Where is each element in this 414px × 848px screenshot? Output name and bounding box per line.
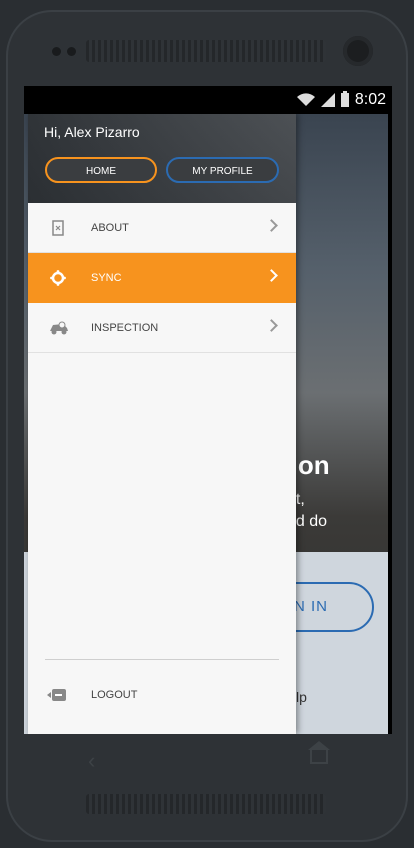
sensor-dots	[52, 47, 76, 56]
phone-frame: 8:02 tion et, ed do N IN lp Hi, Alex Piz…	[0, 0, 414, 848]
status-time: 8:02	[354, 91, 386, 108]
status-icons: 8:02	[296, 91, 386, 109]
menu-item-inspection[interactable]: INSPECTION	[28, 303, 296, 353]
status-bar: 8:02	[24, 86, 392, 114]
top-speaker	[86, 40, 326, 62]
menu-label-inspection: INSPECTION	[91, 322, 159, 334]
front-camera	[343, 36, 373, 66]
menu-label-sync: SYNC	[91, 272, 122, 284]
menu-item-about[interactable]: ABOUT	[28, 203, 296, 253]
background-help-text: lp	[296, 689, 307, 705]
bottom-speaker	[86, 794, 326, 814]
logout-label: LOGOUT	[91, 689, 138, 701]
wifi-icon	[296, 93, 315, 106]
logout-item[interactable]: LOGOUT	[28, 674, 296, 718]
menu-item-sync[interactable]: SYNC	[28, 253, 296, 303]
inspection-icon	[50, 321, 68, 335]
my-profile-button[interactable]: MY PROFILE	[166, 157, 279, 183]
menu-label-about: ABOUT	[91, 222, 129, 234]
chevron-right-icon	[265, 319, 278, 332]
chevron-right-icon	[265, 219, 278, 232]
home-button[interactable]: HOME	[45, 157, 157, 183]
drawer-divider	[45, 659, 279, 660]
sync-icon	[50, 270, 66, 286]
signal-icon	[320, 93, 335, 107]
device-screen: 8:02 tion et, ed do N IN lp Hi, Alex Piz…	[24, 86, 392, 734]
chevron-right-icon	[265, 269, 278, 282]
background-signin-label: N IN	[294, 598, 328, 615]
battery-icon	[340, 91, 349, 107]
user-greeting: Hi, Alex Pizarro	[44, 124, 140, 140]
home-nav-icon[interactable]	[308, 741, 330, 764]
logout-icon	[47, 689, 66, 701]
about-icon	[52, 220, 64, 236]
drawer-header: Hi, Alex Pizarro HOME MY PROFILE	[28, 114, 296, 203]
navigation-drawer: Hi, Alex Pizarro HOME MY PROFILE ABOUT S…	[28, 114, 296, 734]
back-nav-icon[interactable]: ‹	[88, 748, 95, 774]
